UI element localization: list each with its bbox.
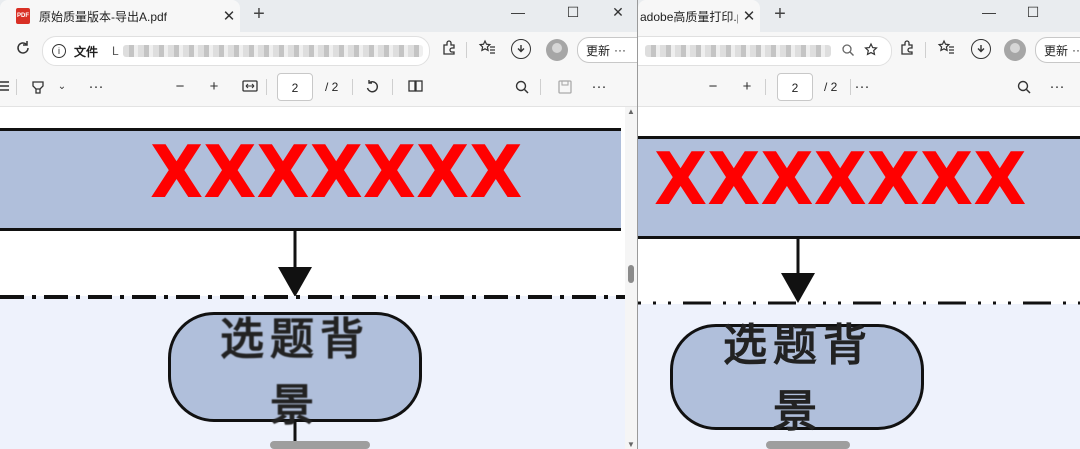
right-browser-window: adobe高质量打印.pdf ✕ + — ☐ 更新 ···	[638, 0, 1080, 449]
contents-icon[interactable]	[0, 79, 14, 97]
update-label: 更新	[1044, 43, 1069, 58]
zoom-out-icon[interactable]: −	[703, 79, 723, 95]
dash-dot-divider	[0, 295, 625, 299]
page-total: / 2	[824, 80, 838, 94]
toolbar-separator	[16, 79, 17, 95]
new-tab-button[interactable]: +	[767, 3, 793, 26]
topic-box-line2: 景	[773, 386, 823, 437]
toolbar-separator	[540, 79, 541, 95]
left-pdf-toolbar: ⌄ ··· − + 2 / 2 ···	[0, 68, 637, 107]
vertical-scrollbar[interactable]: ▲ ▼	[625, 107, 637, 449]
update-button[interactable]: 更新 ···	[1035, 37, 1080, 63]
url-start: L	[112, 44, 119, 58]
toolbar-separator	[466, 42, 467, 58]
tab-title: adobe高质量打印.pdf	[640, 9, 738, 24]
page-view-icon[interactable]	[406, 79, 426, 97]
info-icon[interactable]: i	[52, 44, 66, 58]
horizontal-scrollbar-thumb[interactable]	[766, 441, 850, 449]
topic-box-line1: 选题背	[723, 320, 873, 371]
left-tab-strip: PDF 原始质量版本-导出A.pdf ✕ + — ☐ ✕	[0, 0, 637, 32]
favorite-star-icon[interactable]	[863, 42, 879, 61]
scheme-label: 文件	[74, 44, 99, 59]
refresh-icon[interactable]	[12, 40, 34, 59]
more-icon: ···	[614, 43, 627, 57]
favorites-icon[interactable]	[476, 39, 498, 58]
maximize-icon[interactable]: ☐	[1022, 4, 1044, 21]
more-icon: ···	[1072, 43, 1080, 57]
right-pdf-toolbar: − + 2 / 2 ··· ···	[638, 68, 1080, 107]
extensions-icon[interactable]	[896, 39, 918, 58]
extensions-icon[interactable]	[438, 39, 460, 58]
fit-page-icon[interactable]	[240, 79, 260, 97]
right-pdf-page: XXXXXXX 选题背 景	[638, 107, 1080, 449]
tab-title: 原始质量版本-导出A.pdf	[39, 9, 168, 24]
new-tab-button[interactable]: +	[246, 3, 272, 26]
arrow-continuation	[293, 422, 297, 442]
right-tab-strip: adobe高质量打印.pdf ✕ + — ☐	[638, 0, 1080, 32]
close-window-icon[interactable]: ✕	[607, 4, 629, 21]
dash-dot-divider	[638, 301, 1080, 305]
zoom-in-icon[interactable]: +	[737, 79, 757, 95]
toolbar-separator	[765, 79, 766, 95]
tab-original-pdf[interactable]: PDF 原始质量版本-导出A.pdf ✕	[0, 0, 240, 32]
more-options-icon[interactable]: ···	[86, 79, 106, 95]
scrollbar-thumb[interactable]	[628, 265, 634, 283]
minimize-icon[interactable]: —	[507, 4, 529, 20]
horizontal-scrollbar-thumb[interactable]	[270, 441, 370, 449]
zoom-in-icon[interactable]: +	[204, 79, 224, 95]
download-icon[interactable]	[511, 39, 531, 59]
toolbar-separator	[850, 79, 851, 95]
left-address-bar: i 文件 L 更新 ···	[0, 32, 637, 68]
left-pdf-page: XXXXXXX 选题背 景	[0, 107, 637, 449]
url-field[interactable]	[638, 36, 892, 66]
update-button[interactable]: 更新 ···	[577, 37, 637, 63]
toolbar-separator	[266, 79, 267, 95]
right-address-bar: 更新 ···	[638, 32, 1080, 68]
blurred-url	[122, 45, 423, 57]
scroll-up-icon[interactable]: ▲	[627, 107, 635, 116]
more-options-icon[interactable]: ···	[852, 79, 872, 95]
pdf-file-icon: PDF	[16, 8, 30, 24]
blurred-url	[645, 45, 831, 57]
download-icon[interactable]	[971, 39, 991, 59]
search-icon[interactable]	[1014, 79, 1034, 99]
close-tab-icon[interactable]: ✕	[738, 7, 760, 25]
maximize-icon[interactable]: ☐	[562, 4, 584, 21]
chevron-down-icon[interactable]: ⌄	[52, 79, 72, 95]
search-icon[interactable]	[512, 79, 532, 99]
profile-avatar[interactable]	[546, 39, 568, 61]
page-total: / 2	[325, 80, 339, 94]
profile-avatar[interactable]	[1004, 39, 1026, 61]
save-icon[interactable]	[555, 79, 575, 99]
toolbar-separator	[352, 79, 353, 95]
rotate-icon[interactable]	[362, 79, 382, 99]
more-icon[interactable]: ···	[589, 79, 609, 95]
left-browser-window: PDF 原始质量版本-导出A.pdf ✕ + — ☐ ✕ i 文件 L 更新 ·…	[0, 0, 637, 449]
close-tab-icon[interactable]: ✕	[218, 7, 240, 25]
tab-adobe-pdf[interactable]: adobe高质量打印.pdf ✕	[638, 0, 760, 32]
minimize-icon[interactable]: —	[978, 4, 1000, 20]
toolbar-separator	[925, 42, 926, 58]
zoom-icon	[841, 43, 855, 60]
page-number-input[interactable]: 2	[277, 73, 313, 101]
page-number-input[interactable]: 2	[777, 73, 813, 101]
topic-box-line1: 选题背	[220, 314, 370, 365]
highlight-icon[interactable]	[28, 79, 48, 99]
update-label: 更新	[586, 43, 611, 58]
zoom-out-icon[interactable]: −	[170, 79, 190, 95]
scroll-down-icon[interactable]: ▼	[627, 440, 635, 449]
favorites-icon[interactable]	[935, 39, 957, 58]
more-icon[interactable]: ···	[1047, 79, 1067, 95]
url-field[interactable]: i 文件 L	[42, 36, 430, 66]
toolbar-separator	[392, 79, 393, 95]
